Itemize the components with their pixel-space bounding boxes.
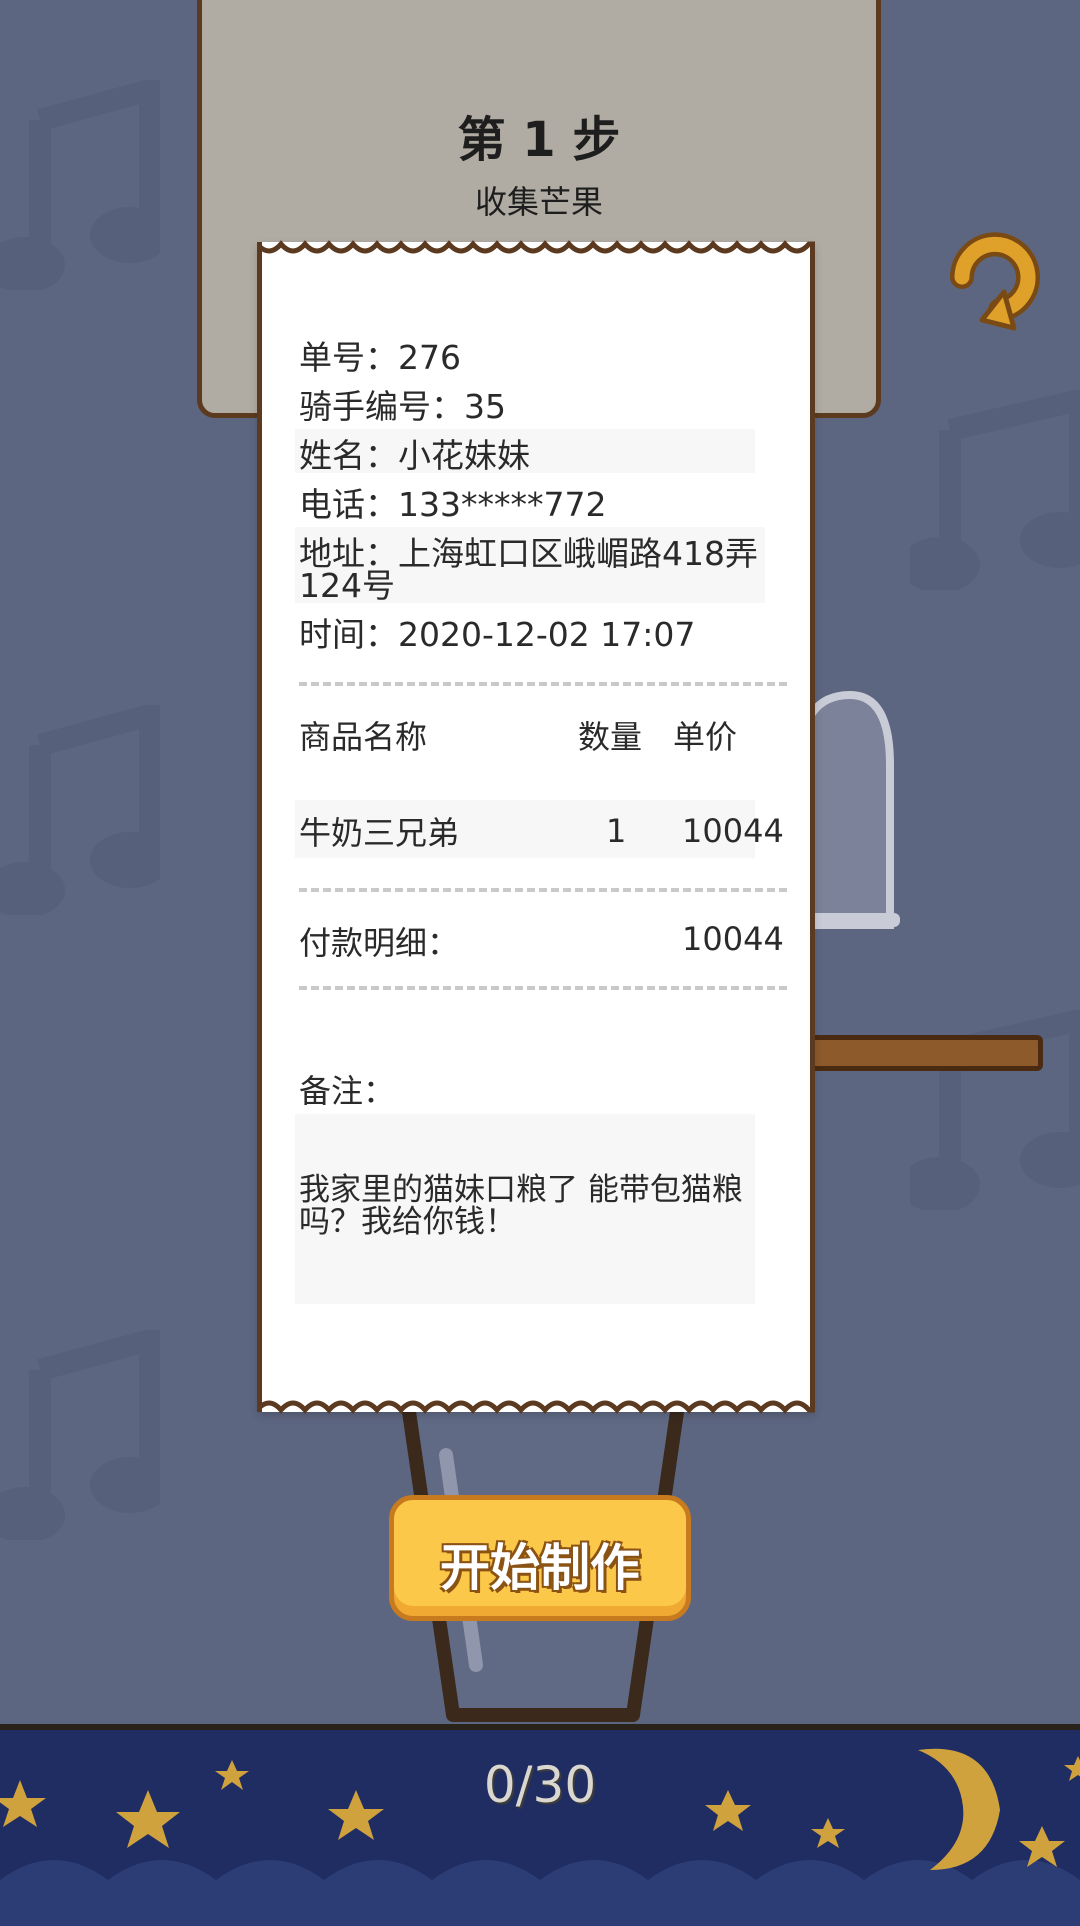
divider xyxy=(299,888,787,892)
column-header-qty: 数量 xyxy=(578,718,643,756)
note-label: 备注： xyxy=(299,1072,396,1110)
phone: 电话：133*****772 xyxy=(299,485,607,524)
music-note-icon xyxy=(910,390,1080,590)
note-text: 我家里的猫妹口粮了 能带包猫粮吗？我给你钱！ xyxy=(299,1172,743,1240)
refresh-icon[interactable] xyxy=(940,222,1050,332)
start-button-label: 开始制作 xyxy=(440,1539,640,1597)
music-note-icon xyxy=(0,1330,160,1540)
item-price: 10044 xyxy=(682,812,784,850)
payment-label: 付款明细： xyxy=(299,924,460,962)
order-time: 时间：2020-12-02 17:07 xyxy=(299,615,696,654)
step-subtitle: 收集芒果 xyxy=(474,183,603,221)
music-note-icon xyxy=(0,80,160,290)
divider xyxy=(299,986,787,990)
receipt-torn-edge-top xyxy=(257,240,815,254)
receipt-torn-edge-bottom xyxy=(257,1400,815,1414)
progress-counter: 0/30 xyxy=(483,1756,597,1814)
order-number: 单号：276 xyxy=(299,338,461,377)
item-qty: 1 xyxy=(606,812,627,850)
item-name: 牛奶三兄弟 xyxy=(299,814,460,852)
bottom-band: 0/30 xyxy=(0,1724,1080,1926)
address-line2: 124号 xyxy=(299,566,395,605)
column-header-name: 商品名称 xyxy=(299,718,428,756)
payment-total: 10044 xyxy=(682,920,784,958)
start-making-button[interactable]: 开始制作 xyxy=(389,1495,691,1621)
customer-name: 姓名：小花妹妹 xyxy=(299,436,530,475)
step-title: 第 1 步 xyxy=(457,112,621,168)
receipt: 单号：276 骑手编号：35 姓名：小花妹妹 电话：133*****772 地址… xyxy=(257,240,815,1414)
rider-number: 骑手编号：35 xyxy=(299,387,506,426)
column-header-price: 单价 xyxy=(673,718,738,756)
divider xyxy=(299,682,787,686)
music-note-icon xyxy=(0,705,160,915)
wood-shelf xyxy=(795,1035,1043,1071)
